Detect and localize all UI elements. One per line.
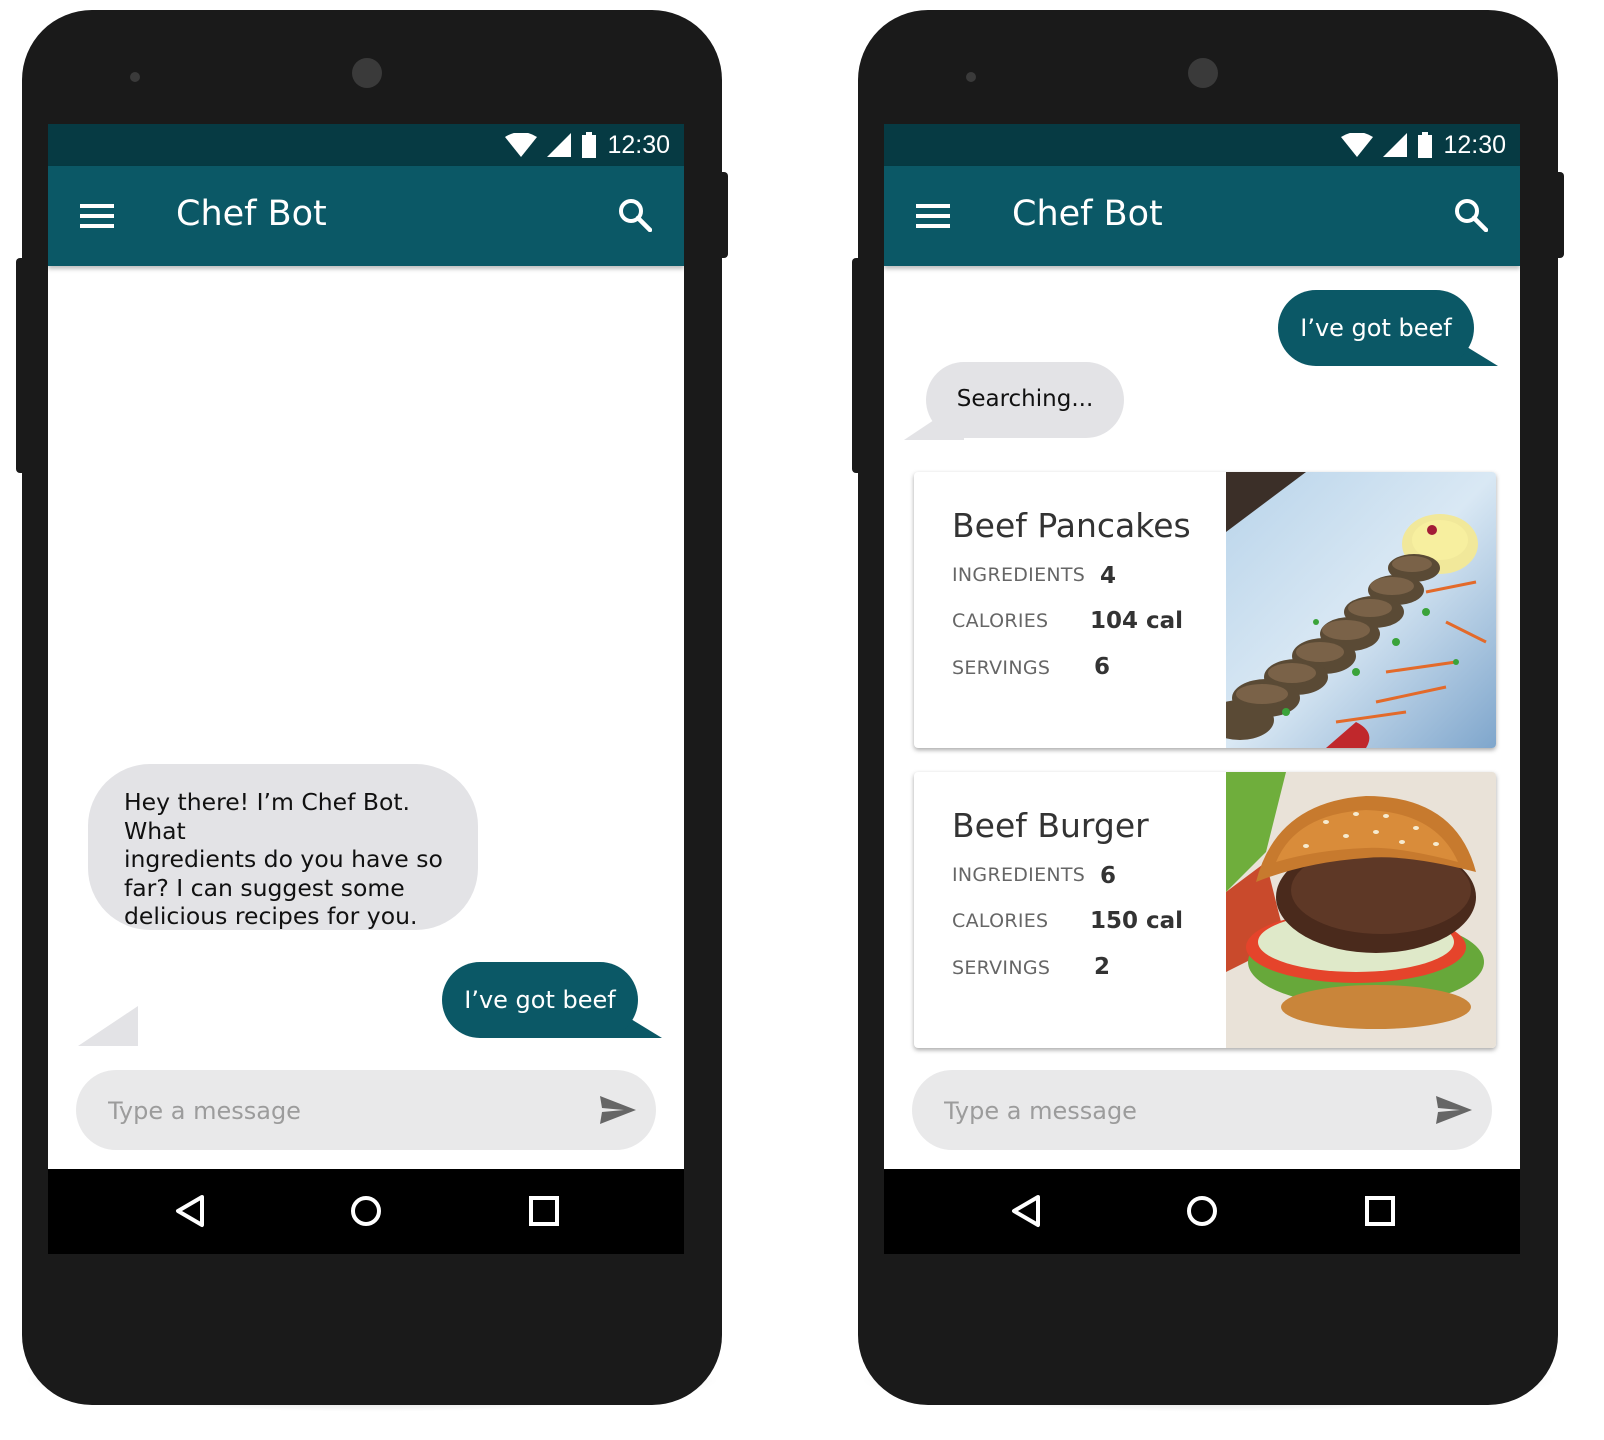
app-bar: Chef Bot — [884, 166, 1520, 266]
message-input-bar — [912, 1070, 1492, 1150]
back-icon[interactable] — [1006, 1191, 1046, 1231]
nav-bar — [48, 1169, 684, 1254]
recents-icon[interactable] — [524, 1191, 564, 1231]
recipe-card[interactable]: Beef Burger INGREDIENTS 6 CALORIES 150 c… — [914, 772, 1496, 1048]
calories-label: CALORIES — [952, 610, 1049, 632]
ingredients-label: INGREDIENTS — [952, 564, 1086, 586]
calories-value: 150 cal — [1090, 908, 1184, 934]
calories-value: 104 cal — [1090, 608, 1184, 634]
status-bar: 12:30 — [884, 124, 1520, 166]
beef-burger-photo — [1226, 772, 1496, 1048]
message-line: ingredients do you have so — [124, 845, 443, 873]
wifi-icon — [505, 133, 538, 157]
bot-message: Searching... — [926, 362, 1124, 438]
search-icon[interactable] — [618, 198, 652, 232]
ingredients-value: 4 — [1100, 563, 1117, 589]
recents-icon[interactable] — [1360, 1191, 1400, 1231]
sensor-dot — [130, 72, 140, 82]
battery-icon — [582, 132, 597, 158]
ingredients-label: INGREDIENTS — [952, 864, 1086, 886]
calories-label: CALORIES — [952, 910, 1049, 932]
user-message-text: I’ve got beef — [464, 986, 616, 1014]
screen: 12:30 Chef Bot I’ve got beef Searching..… — [884, 124, 1520, 1254]
signal-icon — [1383, 133, 1408, 157]
app-title: Chef Bot — [176, 194, 327, 234]
recipe-card[interactable]: Beef Pancakes INGREDIENTS 4 CALORIES 104… — [914, 472, 1496, 748]
home-icon[interactable] — [1182, 1191, 1222, 1231]
message-input-bar — [76, 1070, 656, 1150]
servings-value: 6 — [1094, 654, 1111, 680]
back-icon[interactable] — [170, 1191, 210, 1231]
send-icon[interactable] — [598, 1090, 638, 1130]
sensor-dot — [966, 72, 976, 82]
send-icon[interactable] — [1434, 1090, 1474, 1130]
user-message-text: I’ve got beef — [1300, 314, 1452, 342]
servings-value: 2 — [1094, 954, 1111, 980]
message-line: far? I can suggest some — [124, 873, 405, 902]
user-message: I’ve got beef — [442, 962, 638, 1038]
chat-area: Hey there! I’m Chef Bot. What ingredient… — [48, 266, 684, 1166]
phone-right: 12:30 Chef Bot I’ve got beef Searching..… — [852, 0, 1564, 1440]
screen: 12:30 Chef Bot Hey there! I’m Chef Bot. … — [48, 124, 684, 1254]
phone-left: 12:30 Chef Bot Hey there! I’m Chef Bot. … — [16, 0, 728, 1440]
bot-message: Hey there! I’m Chef Bot. What ingredient… — [88, 764, 478, 930]
home-icon[interactable] — [346, 1191, 386, 1231]
front-camera — [1188, 58, 1218, 88]
search-icon[interactable] — [1454, 198, 1488, 232]
phone-body: 12:30 Chef Bot I’ve got beef Searching..… — [858, 10, 1558, 1405]
wifi-icon — [1341, 133, 1374, 157]
app-bar: Chef Bot — [48, 166, 684, 266]
status-time: 12:30 — [607, 130, 670, 159]
user-message: I’ve got beef — [1278, 290, 1474, 366]
message-line: delicious recipes for you. — [124, 902, 418, 930]
message-input[interactable] — [106, 1092, 570, 1130]
bot-message-text: Searching... — [956, 386, 1094, 412]
menu-icon[interactable] — [80, 202, 114, 230]
battery-icon — [1418, 132, 1433, 158]
bubble-tail — [78, 1006, 138, 1046]
beef-pancakes-photo — [1226, 472, 1496, 748]
recipe-title: Beef Burger — [952, 806, 1149, 845]
recipe-title: Beef Pancakes — [952, 506, 1191, 545]
status-bar: 12:30 — [48, 124, 684, 166]
ingredients-value: 6 — [1100, 863, 1117, 889]
front-camera — [352, 58, 382, 88]
message-input[interactable] — [942, 1092, 1406, 1130]
chat-area: I’ve got beef Searching... Beef Pancakes… — [884, 266, 1520, 1166]
nav-bar — [884, 1169, 1520, 1254]
servings-label: SERVINGS — [952, 957, 1051, 979]
message-line: Hey there! I’m Chef Bot. What — [124, 788, 411, 845]
menu-icon[interactable] — [916, 202, 950, 230]
status-time: 12:30 — [1443, 130, 1506, 159]
servings-label: SERVINGS — [952, 657, 1051, 679]
phone-body: 12:30 Chef Bot Hey there! I’m Chef Bot. … — [22, 10, 722, 1405]
app-title: Chef Bot — [1012, 194, 1163, 234]
signal-icon — [547, 133, 572, 157]
